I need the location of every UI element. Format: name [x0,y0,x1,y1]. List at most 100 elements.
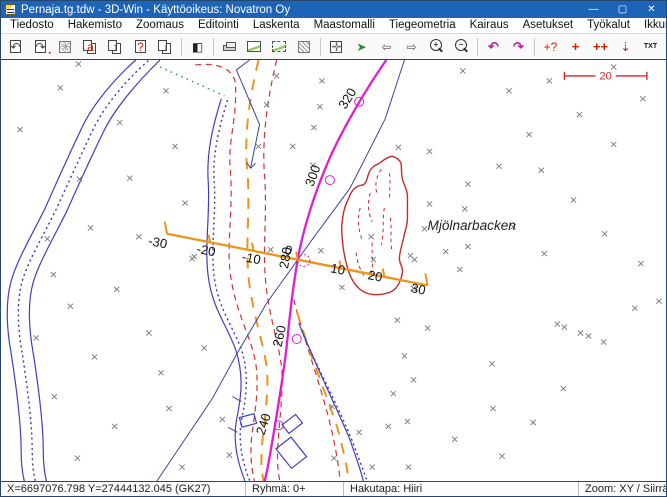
toolbar: ↶↷▪✳a↑?↓◧✛➤⇦⇨+−↶↷+?+++⇣TXT△✱➥%+✓xyz▲z [1,34,666,59]
view-back-icon: ⇦ [381,41,391,53]
status-zoom-mode: Zoom: XY / Siirrä [579,482,666,496]
section-offset-label: -20 [195,241,216,259]
status-group: Ryhmä: 0+ [246,482,344,496]
menu-maastomalli[interactable]: Maastomalli [307,18,382,33]
element-down-icon: ↓ [163,41,169,53]
app-window: Pernaja.tg.tdw - 3D-Win - Käyttöoikeus: … [0,0,667,497]
tb-file-read-button[interactable]: ↶ [3,36,28,58]
element-list-icon: ◧ [192,41,203,53]
menu-editointi[interactable]: Editointi [191,18,246,33]
slope-red-dash-right [294,299,341,481]
close-button[interactable]: ✕ [637,1,666,18]
station-label: 240 [253,411,274,436]
menu-zoomaus[interactable]: Zoomaus [129,18,191,33]
window-title: Pernaja.tg.tdw - 3D-Win - Käyttöoikeus: … [21,4,579,16]
undo-icon: ↶ [488,40,499,53]
map-labels-layer: 320300280260240-30-20-100102030Mjölnarba… [147,85,516,436]
toolbar-separator [320,38,321,56]
green-dotted-line [160,67,224,96]
tb-text-tool-button[interactable]: TXT [638,36,663,58]
menu-asetukset[interactable]: Asetukset [516,18,581,33]
tb-file-write-button[interactable]: ↷▪ [28,36,53,58]
tb-zoom-out-button[interactable]: − [449,36,474,58]
tb-hatch-pattern-button[interactable] [292,36,317,58]
tb-redo-button[interactable]: ↷ [506,36,531,58]
tb-element-list-button[interactable]: ◧ [185,36,210,58]
file-write-icon: ↷ [35,41,45,53]
query-file-icon: ? [137,41,144,53]
view-forward-icon: ⇨ [406,41,416,53]
hill-inner-dash-8 [356,253,366,279]
minimize-button[interactable]: — [579,1,608,18]
hill-inner-dash-2 [389,173,390,201]
section-offset-label: 30 [410,280,427,297]
road-edge-left [207,99,249,481]
menu-bar: TiedostoHakemistoZoomausEditointiLaskent… [1,18,666,34]
place-name-label: Mjölnarbacken [428,218,516,233]
hatch-pattern-icon [298,41,310,53]
status-coordinates: X=6697076.798 Y=27444132.045 (GK27) [1,482,246,496]
boundary-zigzag [236,60,259,168]
zoom-extents-icon: ✛ [331,41,341,53]
menu-ikkuna[interactable]: Ikkuna [637,18,667,33]
menu-tiegeometria[interactable]: Tiegeometria [382,18,463,33]
points-add-icon: ++ [593,40,608,53]
toolbar-separator [534,38,535,56]
hill-inner-dash-3 [368,193,372,222]
menu-kairaus[interactable]: Kairaus [463,18,516,33]
tb-point-add-button[interactable]: + [563,36,588,58]
hill-inner-dash-7 [390,218,392,253]
map-canvas[interactable]: 320300280260240-30-20-100102030Mjölnarba… [1,59,666,482]
tb-copy-image-button[interactable] [267,36,292,58]
zoom-selected-icon: ➤ [356,41,366,53]
tb-export-image-button[interactable] [242,36,267,58]
scale-bar: 20 [564,70,646,82]
tb-zoom-extents-button[interactable]: ✛ [324,36,349,58]
stream-band-inner [29,60,160,481]
section-offset-label: -10 [241,249,262,267]
tb-print-button[interactable] [217,36,242,58]
point-search-icon: +? [544,41,558,53]
maximize-button[interactable]: ▢ [608,1,637,18]
point-add-icon: + [572,40,580,53]
tb-query-file-button[interactable]: ? [128,36,153,58]
map-features-layer [7,60,427,481]
tb-zoom-selected-button[interactable]: ➤ [349,36,374,58]
menu-työkalut[interactable]: Työkalut [580,18,637,33]
menu-hakemisto[interactable]: Hakemisto [61,18,129,33]
tb-move-elements-button[interactable]: ↑ [103,36,128,58]
section-offset-label: -30 [147,233,168,251]
window-controls: —▢✕ [579,1,666,18]
redo-icon: ↷ [513,40,524,53]
menu-laskenta[interactable]: Laskenta [246,18,307,33]
tb-element-down-button[interactable]: ↓ [153,36,178,58]
copy-elements-icon: a [87,41,94,53]
zoom-in-icon: + [430,39,442,51]
tb-copy-elements-button[interactable]: a [78,36,103,58]
tb-point-pick-button[interactable]: ⇣ [613,36,638,58]
tb-file-convert-button[interactable]: ✳ [53,36,78,58]
tb-zoom-in-button[interactable]: + [424,36,449,58]
status-bar: X=6697076.798 Y=27444132.045 (GK27) Ryhm… [1,482,666,496]
tb-view-back-button[interactable]: ⇦ [374,36,399,58]
toolbar-separator [477,38,478,56]
hill-inner-dash-5 [358,208,362,240]
scale-bar-label: 20 [599,70,611,82]
boundary-line [151,60,405,481]
status-search-mode: Hakutapa: Hiiri [344,482,579,496]
title-bar: Pernaja.tg.tdw - 3D-Win - Käyttöoikeus: … [1,1,666,18]
tb-undo-button[interactable]: ↶ [481,36,506,58]
road-edge-right [299,323,365,481]
tb-point-search-button[interactable]: +? [538,36,563,58]
road-edge-left-dotted [213,101,254,481]
menu-tiedosto[interactable]: Tiedosto [3,18,61,33]
text-tool-icon: TXT [644,43,657,50]
file-convert-icon: ✳ [60,41,70,53]
hill-inner-dash-4 [381,208,384,245]
tb-view-forward-button[interactable]: ⇨ [399,36,424,58]
zoom-out-icon: − [455,39,467,51]
tb-points-add-button[interactable]: ++ [588,36,613,58]
app-icon [5,4,16,15]
toolbar-separator [181,38,182,56]
section-offset-label: 20 [367,267,384,284]
